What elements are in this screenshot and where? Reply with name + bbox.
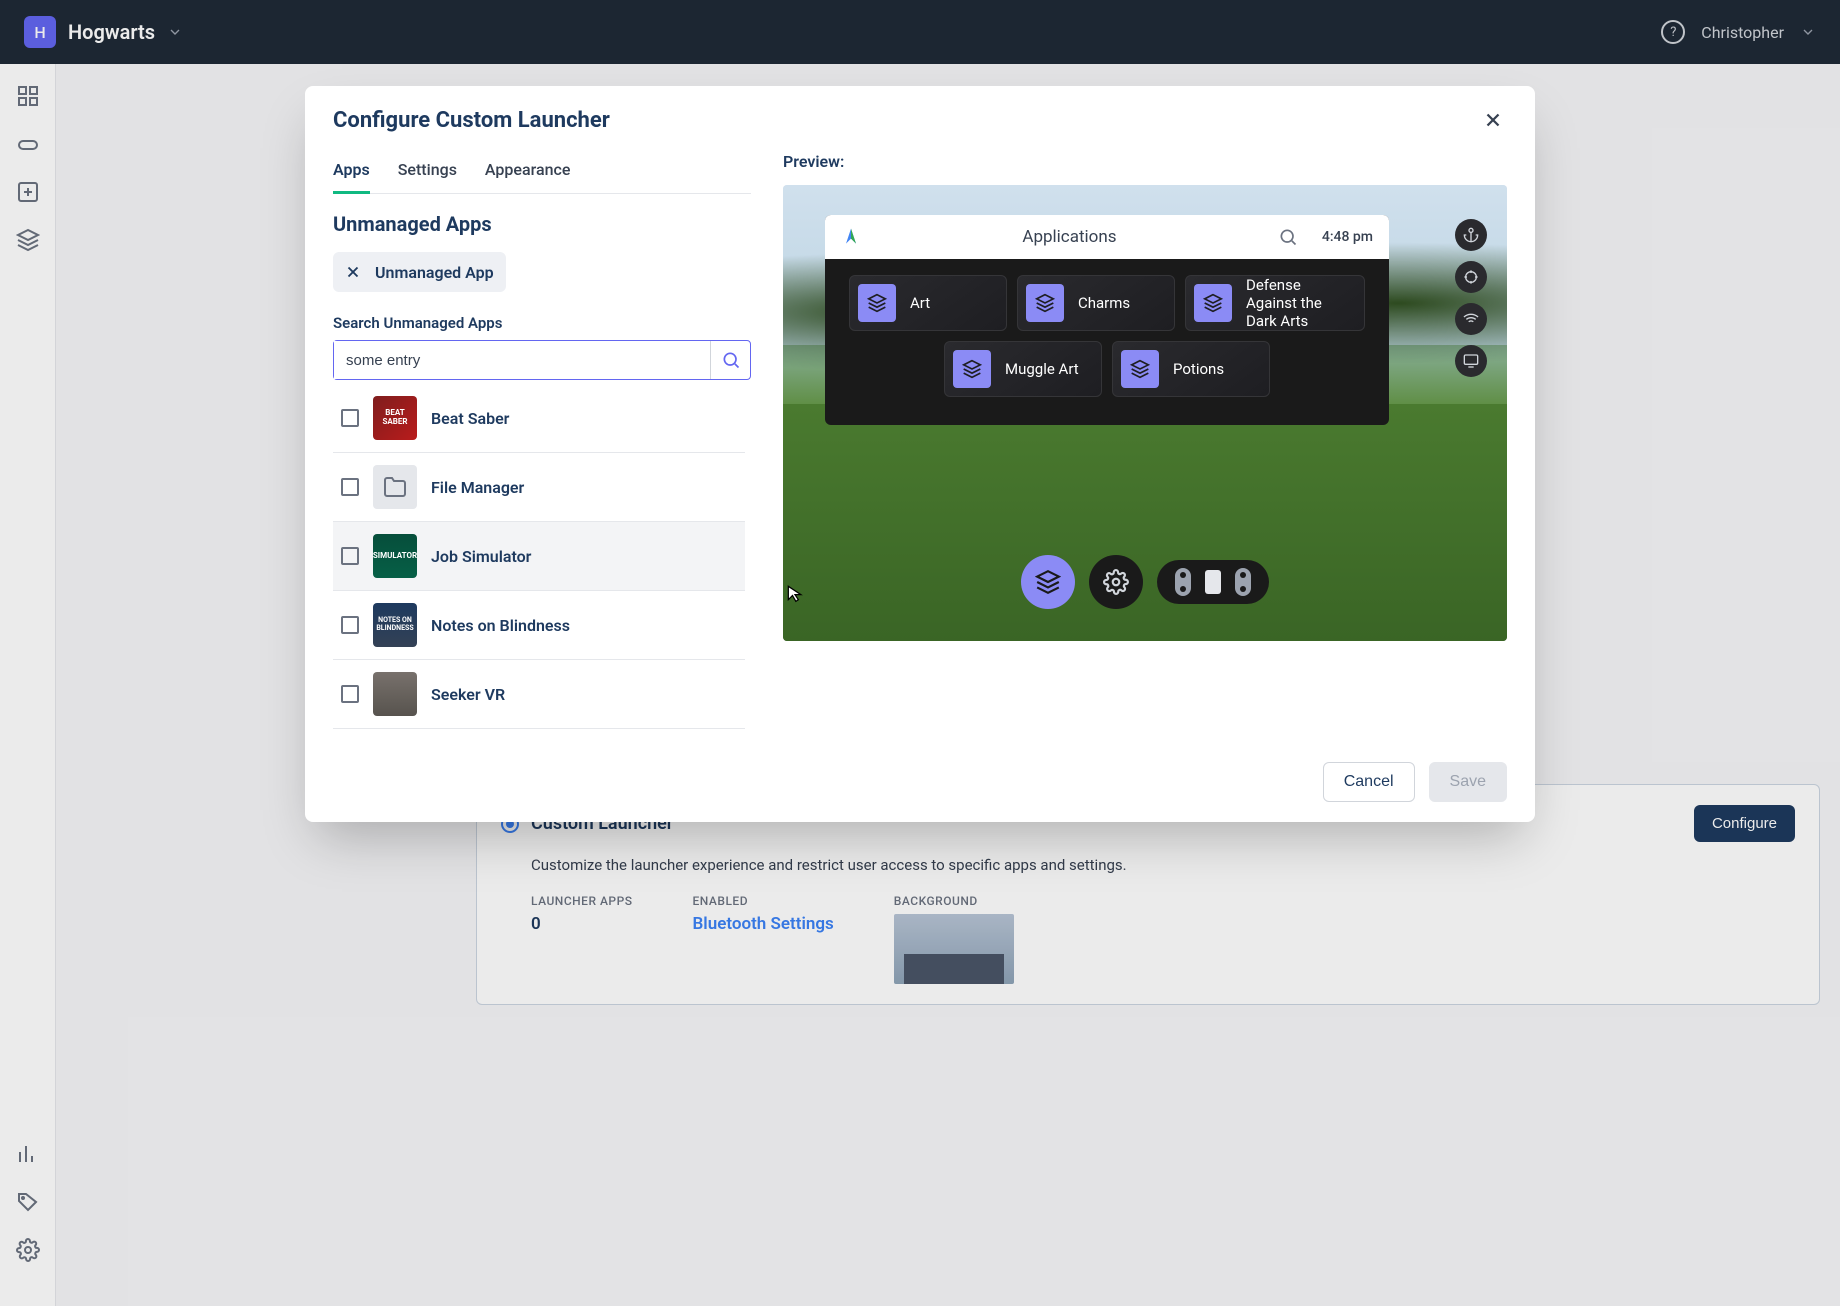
left-column: Apps Settings Appearance Unmanaged Apps … bbox=[333, 152, 751, 734]
search-input[interactable] bbox=[334, 341, 710, 379]
preview-label: Preview: bbox=[783, 152, 1507, 171]
app-list[interactable]: BEATSABER Beat Saber File Manager SIMULA… bbox=[333, 384, 751, 734]
layers-icon bbox=[953, 350, 991, 388]
app-icon: NOTES ONBLINDNESS bbox=[373, 603, 417, 647]
anchor-icon bbox=[1455, 219, 1487, 251]
layers-icon bbox=[1194, 284, 1232, 322]
preview-logo-icon bbox=[841, 227, 861, 247]
dock-controllers bbox=[1157, 560, 1269, 604]
save-button: Save bbox=[1429, 762, 1507, 802]
preview-box: Applications 4:48 pm Art Charms Defense … bbox=[783, 185, 1507, 641]
preview-float-icons bbox=[1455, 219, 1487, 377]
right-column: Preview: Applications 4:48 pm Art bbox=[783, 152, 1507, 734]
tab-appearance[interactable]: Appearance bbox=[485, 152, 570, 193]
app-icon bbox=[373, 672, 417, 716]
preview-tile: Art bbox=[849, 275, 1007, 331]
app-name: Notes on Blindness bbox=[431, 616, 570, 635]
app-icon: SIMULATOR bbox=[373, 534, 417, 578]
battery-icon bbox=[1205, 570, 1221, 594]
app-row-streaming-assistant[interactable]: Streaming Assistant bbox=[333, 729, 745, 734]
preview-dock bbox=[1021, 555, 1269, 609]
app-icon: BEATSABER bbox=[373, 396, 417, 440]
app-row-notes-blindness[interactable]: NOTES ONBLINDNESS Notes on Blindness bbox=[333, 591, 745, 660]
app-name: File Manager bbox=[431, 478, 524, 497]
app-row-beat-saber[interactable]: BEATSABER Beat Saber bbox=[333, 384, 745, 453]
tab-settings[interactable]: Settings bbox=[398, 152, 457, 193]
search-icon[interactable] bbox=[710, 341, 750, 379]
close-icon[interactable] bbox=[1479, 106, 1507, 134]
tile-label: Charms bbox=[1078, 294, 1130, 312]
filter-chip: Unmanaged App bbox=[333, 252, 506, 292]
app-name: Seeker VR bbox=[431, 685, 505, 704]
preview-tiles: Art Charms Defense Against the Dark Arts… bbox=[825, 259, 1389, 425]
preview-tile: Muggle Art bbox=[944, 341, 1102, 397]
dock-layers-icon bbox=[1021, 555, 1075, 609]
checkbox[interactable] bbox=[341, 409, 359, 427]
search-label: Search Unmanaged Apps bbox=[333, 314, 751, 332]
configure-launcher-modal: Configure Custom Launcher Apps Settings … bbox=[305, 86, 1535, 822]
preview-tile: Defense Against the Dark Arts bbox=[1185, 275, 1365, 331]
modal-title: Configure Custom Launcher bbox=[333, 108, 610, 133]
app-row-job-simulator[interactable]: SIMULATOR Job Simulator bbox=[333, 522, 745, 591]
controller-right-icon bbox=[1235, 568, 1251, 596]
dock-gear-icon bbox=[1089, 555, 1143, 609]
app-row-file-manager[interactable]: File Manager bbox=[333, 453, 745, 522]
cursor-icon bbox=[785, 583, 805, 603]
preview-tile: Potions bbox=[1112, 341, 1270, 397]
cast-icon bbox=[1455, 345, 1487, 377]
tab-apps[interactable]: Apps bbox=[333, 152, 370, 193]
preview-title: Applications bbox=[861, 227, 1278, 247]
checkbox[interactable] bbox=[341, 478, 359, 496]
tile-label: Defense Against the Dark Arts bbox=[1246, 276, 1346, 330]
tile-label: Art bbox=[910, 294, 930, 312]
modal-footer: Cancel Save bbox=[305, 742, 1535, 822]
layers-icon bbox=[1121, 350, 1159, 388]
tile-label: Potions bbox=[1173, 360, 1224, 378]
preview-time: 4:48 pm bbox=[1322, 229, 1373, 245]
folder-icon bbox=[373, 465, 417, 509]
tabs: Apps Settings Appearance bbox=[333, 152, 751, 194]
app-row-seeker-vr[interactable]: Seeker VR bbox=[333, 660, 745, 729]
preview-search-icon bbox=[1278, 227, 1298, 247]
chip-label: Unmanaged App bbox=[375, 263, 494, 282]
cancel-button[interactable]: Cancel bbox=[1323, 762, 1415, 802]
checkbox[interactable] bbox=[341, 616, 359, 634]
layers-icon bbox=[858, 284, 896, 322]
layers-icon bbox=[1026, 284, 1064, 322]
app-name: Beat Saber bbox=[431, 409, 509, 428]
controller-left-icon bbox=[1175, 568, 1191, 596]
preview-tile: Charms bbox=[1017, 275, 1175, 331]
app-name: Job Simulator bbox=[431, 547, 531, 566]
search-box bbox=[333, 340, 751, 380]
preview-panel: Applications 4:48 pm Art Charms Defense … bbox=[825, 215, 1389, 425]
modal-overlay: Configure Custom Launcher Apps Settings … bbox=[0, 0, 1840, 1306]
checkbox[interactable] bbox=[341, 547, 359, 565]
checkbox[interactable] bbox=[341, 685, 359, 703]
wifi-icon bbox=[1455, 303, 1487, 335]
tile-label: Muggle Art bbox=[1005, 360, 1079, 378]
section-title: Unmanaged Apps bbox=[333, 212, 751, 236]
crosshair-icon bbox=[1455, 261, 1487, 293]
chip-close-icon[interactable] bbox=[341, 260, 365, 284]
